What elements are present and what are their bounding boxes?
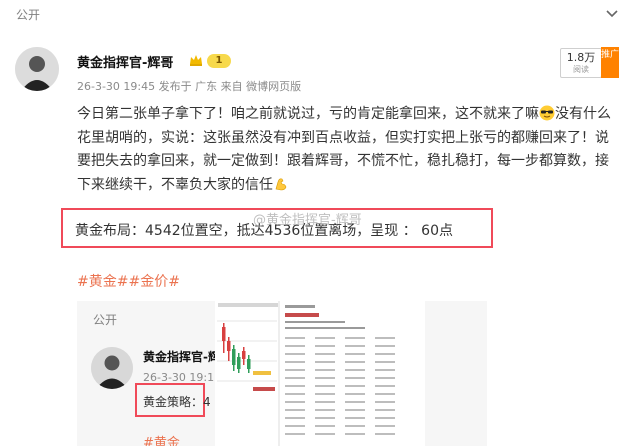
embedded-visibility: 公开	[93, 313, 118, 327]
chevron-down-icon[interactable]	[605, 6, 619, 20]
avatar[interactable]	[15, 47, 59, 91]
post-text-part1: 今日第二张单子拿下了！咱之前就说过，亏的肯定能拿回来，这不就来了嘛	[77, 106, 539, 122]
post-source[interactable]: 微博网页版	[246, 80, 301, 93]
hashtags[interactable]: #黄金##金价#	[77, 271, 180, 291]
watermark: @黄金指挥官-辉哥	[253, 213, 362, 228]
embedded-avatar	[91, 347, 133, 389]
crown-icon	[190, 55, 202, 66]
post-header-bar: 公开	[0, 0, 633, 32]
source-prefix: 来自	[220, 80, 243, 93]
post-location: 发布于 广东	[158, 80, 218, 93]
post-text: 今日第二张单子拿下了！咱之前就说过，亏的肯定能拿回来，这不就来了嘛 没有什么花里胡…	[77, 103, 617, 197]
promote-button[interactable]: 推广	[601, 47, 619, 78]
author-name[interactable]: 黄金指挥官-辉哥	[77, 52, 173, 71]
visibility-label: 公开	[16, 8, 41, 22]
read-count-badge: 1.8万 阅读	[560, 48, 602, 78]
embedded-screenshot[interactable]: 公开 黄金指挥官-辉哥 26-3-30 19:1 黄金策略：4 #黄金	[77, 301, 487, 446]
trading-app-screenshot	[215, 301, 425, 446]
embedded-hashtags: #黄金	[143, 436, 180, 446]
post-meta: 26-3-30 19:45 发布于 广东 来自 微博网页版	[77, 78, 301, 94]
read-count: 1.8万	[566, 51, 596, 64]
embedded-strategy: 黄金策略：4	[143, 395, 211, 409]
sunglasses-emoji-icon	[539, 105, 555, 121]
read-label: 阅读	[573, 65, 589, 74]
level-badge: 1	[207, 54, 231, 68]
flexed-arm-emoji-icon	[275, 178, 287, 190]
post-time[interactable]: 26-3-30 19:45	[77, 80, 155, 93]
